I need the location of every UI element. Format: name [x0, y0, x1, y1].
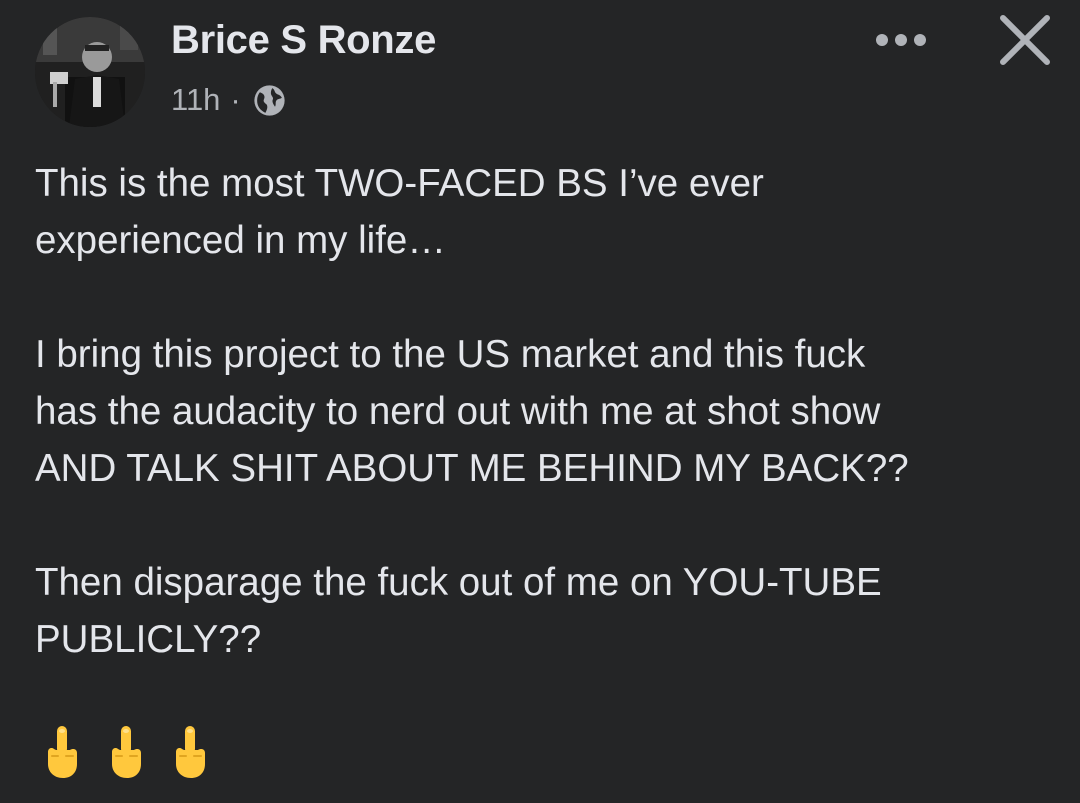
post-meta: 11h · — [171, 80, 286, 120]
middle-finger-emoji — [48, 726, 77, 778]
author-name[interactable]: Brice S Ronze — [171, 18, 436, 63]
more-options-button[interactable] — [866, 22, 936, 58]
more-options-icon — [876, 34, 926, 46]
close-button[interactable] — [995, 10, 1055, 70]
middle-finger-emoji — [112, 726, 141, 778]
meta-separator: · — [230, 82, 241, 117]
close-icon — [1000, 15, 1050, 65]
emoji-row — [42, 722, 210, 780]
avatar[interactable] — [35, 17, 145, 127]
globe-icon[interactable] — [253, 84, 286, 117]
post-header: Brice S Ronze 11h · — [0, 0, 1080, 140]
post-body-text: This is the most TWO-FACED BS I’ve ever … — [35, 162, 909, 661]
post-timestamp[interactable]: 11h — [171, 82, 220, 118]
middle-finger-emoji — [176, 726, 205, 778]
avatar-photo — [35, 17, 145, 127]
